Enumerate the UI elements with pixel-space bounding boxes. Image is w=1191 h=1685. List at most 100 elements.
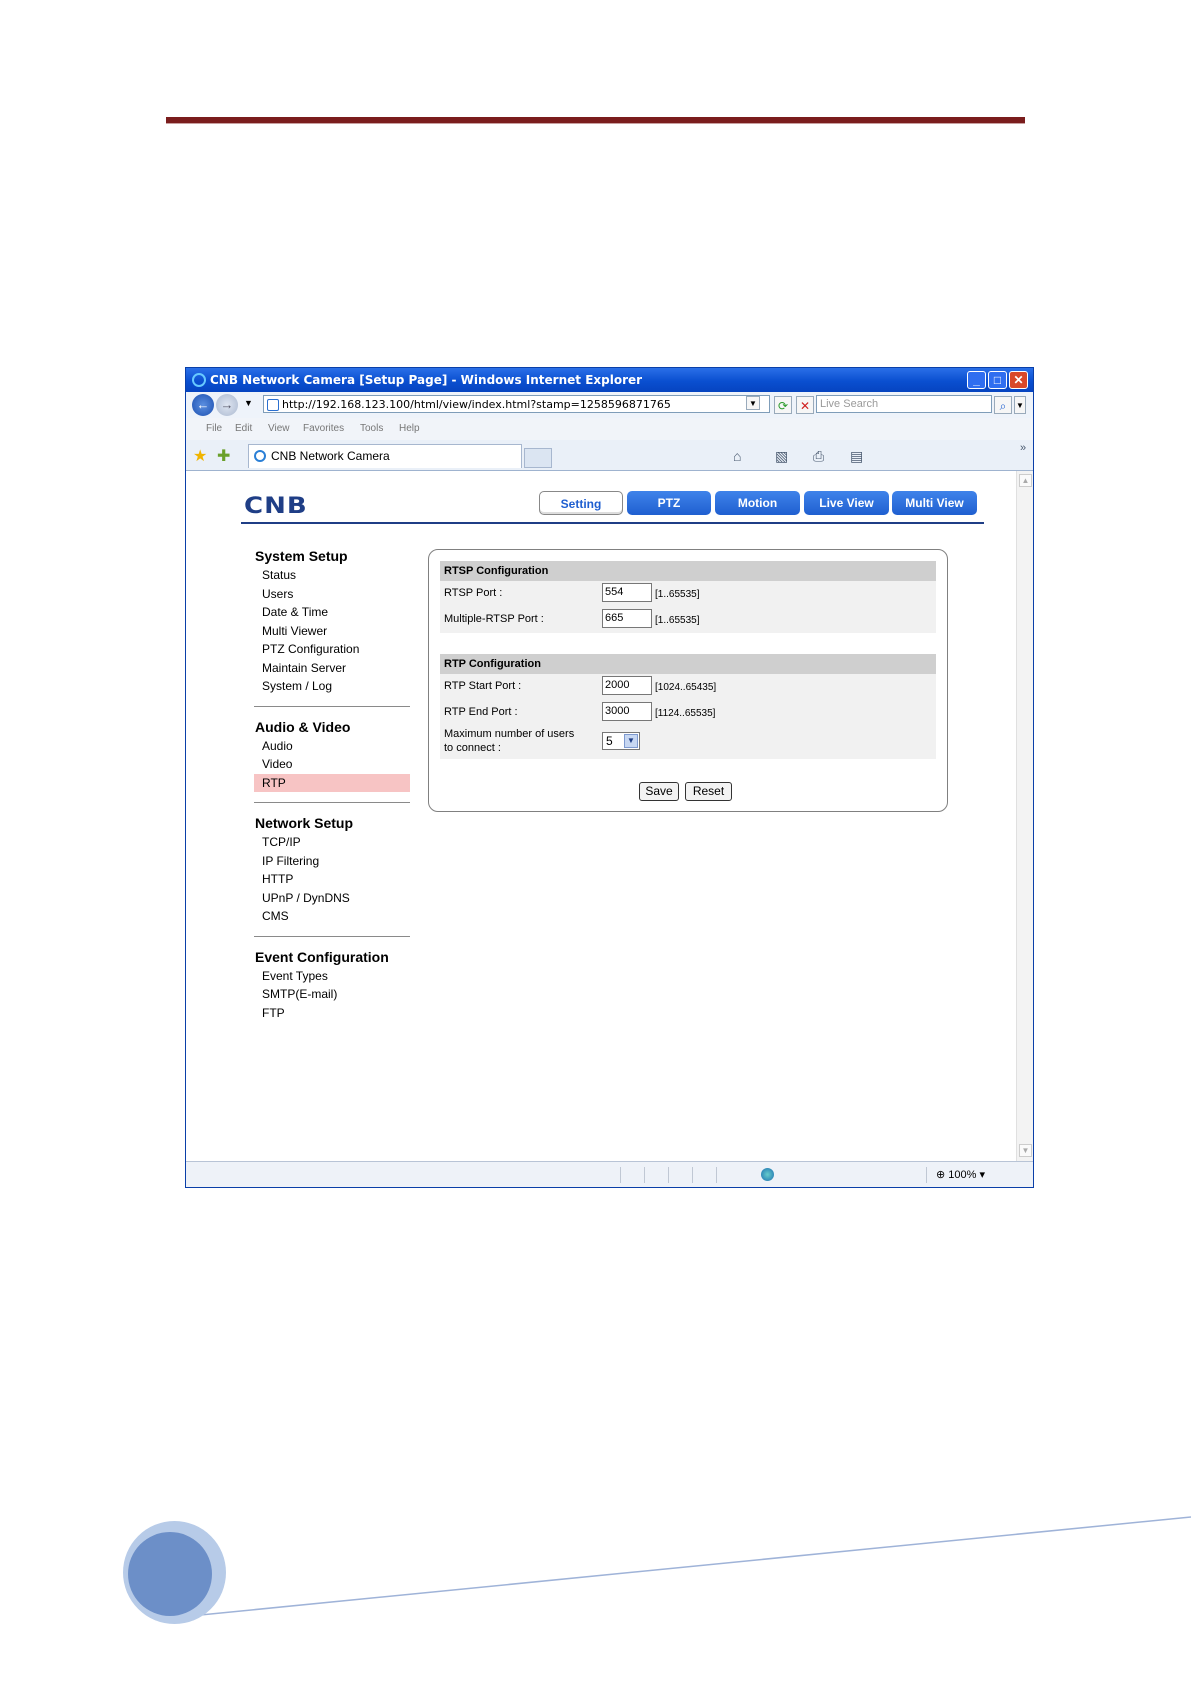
- window-titlebar: CNB Network Camera [Setup Page] - Window…: [186, 368, 1033, 392]
- rtp-end-port-label: RTP End Port :: [444, 706, 518, 718]
- browser-tab[interactable]: CNB Network Camera: [248, 444, 522, 468]
- status-divider: [716, 1167, 717, 1183]
- sidebar-item-users[interactable]: Users: [254, 585, 410, 604]
- rtp-start-port-input[interactable]: 2000: [602, 676, 652, 695]
- rtsp-port-range: [1..65535]: [655, 589, 700, 600]
- rtsp-port-input[interactable]: 554: [602, 583, 652, 602]
- menu-file[interactable]: File: [206, 418, 222, 440]
- sidebar-item-rtp[interactable]: RTP: [254, 773, 410, 792]
- feeds-icon[interactable]: ▧: [775, 448, 788, 465]
- status-divider: [644, 1167, 645, 1183]
- minimize-button[interactable]: _: [967, 371, 986, 389]
- sidebar-item-ip-filtering[interactable]: IP Filtering: [254, 852, 410, 871]
- stop-icon[interactable]: ✕: [796, 396, 814, 414]
- maximize-button[interactable]: □: [988, 371, 1007, 389]
- search-icon[interactable]: ⌕: [994, 396, 1012, 414]
- document-header-rule: [166, 117, 1025, 124]
- sidebar-item-smtp-email[interactable]: SMTP(E-mail): [254, 985, 410, 1004]
- rtsp-port-label: RTSP Port :: [444, 587, 503, 599]
- status-divider: [620, 1167, 621, 1183]
- rtsp-section-body: RTSP Port : 554 [1..65535] Multiple-RTSP…: [440, 581, 936, 633]
- tab-multi-view[interactable]: Multi View: [892, 491, 977, 515]
- close-button[interactable]: ✕: [1009, 371, 1028, 389]
- ie-logo-icon: [192, 373, 206, 387]
- multi-rtsp-port-label: Multiple-RTSP Port :: [444, 613, 544, 625]
- rtsp-section-header: RTSP Configuration: [440, 561, 936, 581]
- tab-motion[interactable]: Motion: [715, 491, 800, 515]
- header-divider: [241, 522, 984, 524]
- web-page: CNB Setting PTZ Motion Live View Multi V…: [191, 471, 1014, 1161]
- address-input[interactable]: http://192.168.123.100/html/view/index.h…: [263, 395, 770, 413]
- max-users-value: 5: [606, 734, 613, 748]
- tab-live-view[interactable]: Live View: [804, 491, 889, 515]
- add-favorite-icon[interactable]: ✚: [217, 446, 230, 466]
- sidebar-item-maintain-server[interactable]: Maintain Server: [254, 659, 410, 678]
- sidebar-divider: [254, 705, 410, 707]
- sidebar-section-audio-video: Audio & Video: [255, 718, 351, 735]
- tab-bar: ★ ✚ CNB Network Camera ⌂ ▧ ⎙ ▤ »: [186, 440, 1033, 471]
- menu-favorites[interactable]: Favorites: [303, 418, 344, 440]
- chevron-more-icon[interactable]: »: [1020, 442, 1026, 454]
- menu-edit[interactable]: Edit: [235, 418, 252, 440]
- menu-help[interactable]: Help: [399, 418, 420, 440]
- sidebar-item-date-time[interactable]: Date & Time: [254, 603, 410, 622]
- multi-rtsp-port-input[interactable]: 665: [602, 609, 652, 628]
- browser-window: CNB Network Camera [Setup Page] - Window…: [185, 367, 1034, 1188]
- page-menu-icon[interactable]: ▤: [850, 448, 863, 465]
- back-button[interactable]: ←: [192, 394, 214, 416]
- refresh-icon[interactable]: ⟳: [774, 396, 792, 414]
- sidebar-item-event-types[interactable]: Event Types: [254, 967, 410, 986]
- address-text: http://192.168.123.100/html/view/index.h…: [282, 398, 671, 411]
- sidebar-divider: [254, 802, 410, 803]
- window-title: CNB Network Camera [Setup Page] - Window…: [210, 373, 643, 387]
- menu-view[interactable]: View: [268, 418, 290, 440]
- tab-ptz[interactable]: PTZ: [627, 491, 711, 515]
- status-bar: ⊕ 100% ▾: [186, 1161, 1033, 1187]
- sidebar-item-status[interactable]: Status: [254, 566, 410, 585]
- new-tab-button[interactable]: [524, 448, 552, 468]
- chevron-down-icon: ▼: [624, 734, 638, 748]
- sidebar-item-ptz-configuration[interactable]: PTZ Configuration: [254, 640, 410, 659]
- history-dropdown-icon[interactable]: ▼: [244, 398, 253, 408]
- sidebar-item-audio[interactable]: Audio: [254, 737, 410, 756]
- multi-rtsp-port-range: [1..65535]: [655, 615, 700, 626]
- sidebar-item-upnp-dyndns[interactable]: UPnP / DynDNS: [254, 889, 410, 908]
- sidebar-item-multi-viewer[interactable]: Multi Viewer: [254, 622, 410, 641]
- status-divider: [668, 1167, 669, 1183]
- menu-tools[interactable]: Tools: [360, 418, 383, 440]
- favorites-star-icon[interactable]: ★: [193, 446, 207, 466]
- cnb-logo: CNB: [244, 495, 348, 517]
- scroll-down-icon[interactable]: ▼: [1019, 1144, 1032, 1157]
- tab-setting[interactable]: Setting: [539, 491, 623, 515]
- rtp-start-port-label: RTP Start Port :: [444, 680, 522, 692]
- rtp-end-port-input[interactable]: 3000: [602, 702, 652, 721]
- footer-circle-inner: [128, 1532, 212, 1616]
- max-users-label-line1: Maximum number of users: [444, 728, 575, 740]
- rtp-section-body: RTP Start Port : 2000 [1024..65435] RTP …: [440, 674, 936, 759]
- sidebar-item-system-log[interactable]: System / Log: [254, 677, 410, 696]
- vertical-scrollbar[interactable]: ▲ ▼: [1016, 471, 1033, 1161]
- sidebar-section-system-setup: System Setup: [255, 548, 348, 564]
- sidebar-item-http[interactable]: HTTP: [254, 870, 410, 889]
- scroll-up-icon[interactable]: ▲: [1019, 474, 1032, 487]
- sidebar-item-ftp[interactable]: FTP: [254, 1004, 410, 1023]
- search-options-icon[interactable]: ▼: [1014, 396, 1026, 414]
- search-placeholder: Live Search: [820, 398, 879, 410]
- zoom-icon: ⊕: [936, 1169, 949, 1181]
- zoom-control[interactable]: ⊕ 100% ▾: [936, 1168, 985, 1181]
- sidebar-item-tcp-ip[interactable]: TCP/IP: [254, 833, 410, 852]
- max-users-select[interactable]: 5 ▼: [602, 732, 640, 750]
- zoom-level: 100%: [948, 1169, 977, 1181]
- sidebar: System Setup Status Users Date & Time Mu…: [254, 546, 410, 1022]
- forward-button[interactable]: →: [216, 394, 238, 416]
- home-icon[interactable]: ⌂: [733, 448, 741, 464]
- sidebar-item-video[interactable]: Video: [254, 755, 410, 774]
- address-dropdown-icon[interactable]: ▼: [746, 396, 760, 410]
- reset-button[interactable]: Reset: [685, 782, 732, 801]
- sidebar-item-cms[interactable]: CMS: [254, 907, 410, 926]
- search-input[interactable]: Live Search: [816, 395, 992, 413]
- print-icon[interactable]: ⎙: [813, 448, 824, 465]
- rtp-start-port-range: [1024..65435]: [655, 682, 717, 693]
- status-divider: [926, 1167, 927, 1183]
- save-button[interactable]: Save: [639, 782, 679, 801]
